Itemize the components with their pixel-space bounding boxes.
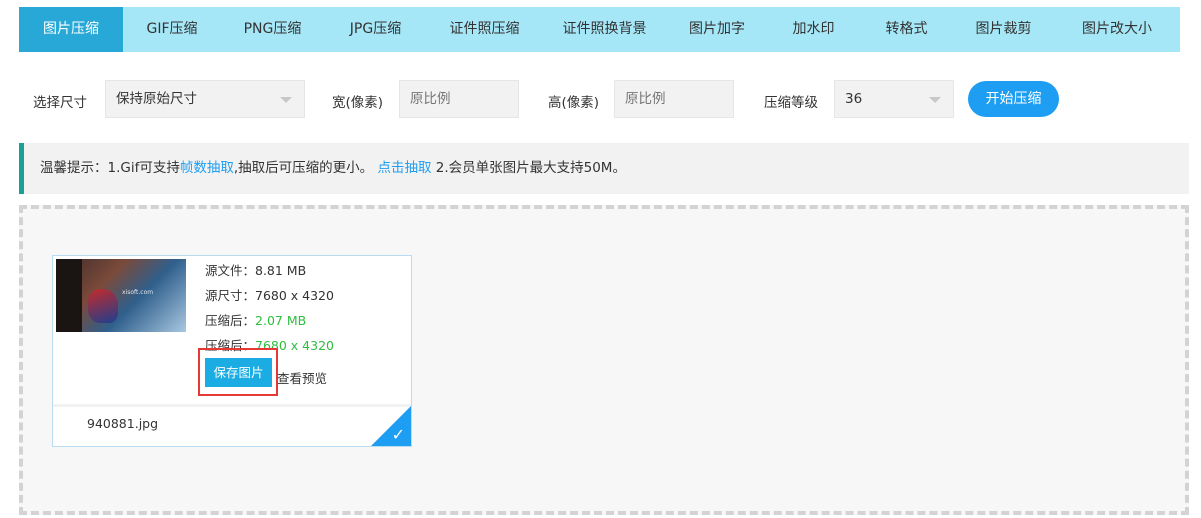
tab-resize[interactable]: 图片改大小 bbox=[1054, 7, 1180, 52]
height-label: 高(像素) bbox=[548, 95, 600, 111]
tab-image-compress[interactable]: 图片压缩 bbox=[19, 7, 123, 52]
preview-link[interactable]: 查看预览 bbox=[277, 368, 327, 387]
checkmark-icon: ✓ bbox=[391, 425, 405, 444]
thumbnail-watermark: xisoft.com bbox=[122, 289, 154, 296]
source-size: 源文件：8.81 MB bbox=[205, 263, 307, 278]
tab-jpg-compress[interactable]: JPG压缩 bbox=[324, 7, 427, 52]
compress-options: 选择尺寸 保持原始尺寸 宽(像素) 高(像素) 压缩等级 36 开始压缩 bbox=[0, 80, 1201, 120]
source-dimensions: 源尺寸：7680 x 4320 bbox=[205, 288, 334, 303]
tab-crop[interactable]: 图片裁剪 bbox=[953, 7, 1054, 52]
save-image-button[interactable]: 保存图片 bbox=[205, 358, 272, 387]
chevron-down-icon bbox=[929, 97, 941, 103]
width-label: 宽(像素) bbox=[332, 95, 384, 111]
tab-png-compress[interactable]: PNG压缩 bbox=[221, 7, 324, 52]
file-name: 940881.jpg bbox=[87, 416, 159, 431]
size-select-value: 保持原始尺寸 bbox=[116, 91, 197, 107]
tip-suffix: 2.会员单张图片最大支持50M。 bbox=[435, 160, 626, 176]
chevron-down-icon bbox=[280, 97, 292, 103]
compressed-size: 2.07 MB bbox=[255, 313, 307, 328]
tab-convert-format[interactable]: 转格式 bbox=[860, 7, 953, 52]
image-thumbnail[interactable]: xisoft.com bbox=[56, 259, 186, 332]
click-extract-link[interactable]: 点击抽取 bbox=[377, 160, 431, 176]
card-footer: 940881.jpg bbox=[53, 404, 411, 446]
height-input[interactable] bbox=[614, 80, 734, 118]
level-select-value: 36 bbox=[845, 91, 863, 107]
tip-prefix: 温馨提示：1.Gif可支持 bbox=[40, 160, 180, 176]
tab-watermark[interactable]: 加水印 bbox=[767, 7, 860, 52]
compressed-size-row: 压缩后：2.07 MB bbox=[205, 313, 307, 328]
level-label: 压缩等级 bbox=[764, 95, 818, 111]
tab-add-text[interactable]: 图片加字 bbox=[667, 7, 767, 52]
frame-extract-link[interactable]: 帧数抽取 bbox=[180, 160, 234, 176]
level-select[interactable]: 36 bbox=[834, 80, 954, 118]
tip-bar: 温馨提示：1.Gif可支持帧数抽取,抽取后可压缩的更小。 点击抽取 2.会员单张… bbox=[19, 143, 1189, 194]
tab-id-photo-compress[interactable]: 证件照压缩 bbox=[427, 7, 542, 52]
tip-middle: ,抽取后可压缩的更小。 bbox=[233, 160, 374, 176]
size-select[interactable]: 保持原始尺寸 bbox=[105, 80, 305, 118]
start-compress-button[interactable]: 开始压缩 bbox=[968, 81, 1059, 117]
tab-id-photo-background[interactable]: 证件照换背景 bbox=[542, 7, 667, 52]
tool-tabs: 图片压缩 GIF压缩 PNG压缩 JPG压缩 证件照压缩 证件照换背景 图片加字… bbox=[19, 7, 1180, 52]
tab-gif-compress[interactable]: GIF压缩 bbox=[123, 7, 221, 52]
file-card: xisoft.com 源文件：8.81 MB 源尺寸：7680 x 4320 压… bbox=[52, 255, 412, 447]
size-label: 选择尺寸 bbox=[33, 95, 87, 111]
width-input[interactable] bbox=[399, 80, 519, 118]
